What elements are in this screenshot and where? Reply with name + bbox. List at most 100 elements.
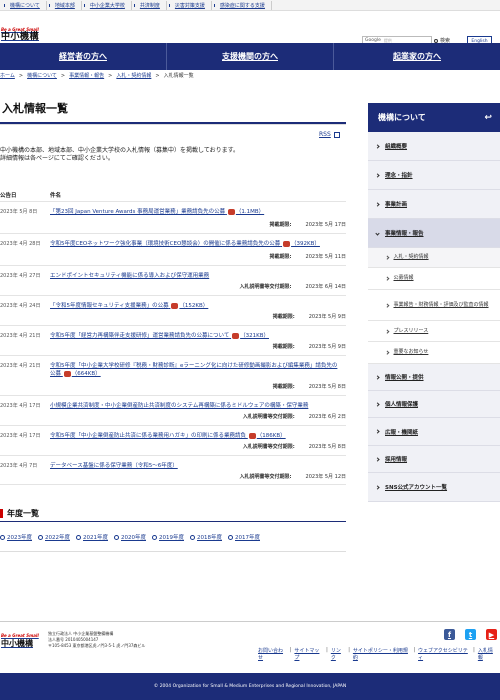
- year-link-2018[interactable]: 2018年度: [190, 533, 222, 541]
- row-title-link[interactable]: 令和5年度「中小企業倒産防止共済に係る業務用ハガキ」の印刷に係る業務請負 （18…: [50, 432, 342, 440]
- sidebar-subitem-press[interactable]: プレスリリース: [368, 321, 500, 342]
- rss-link[interactable]: RSS: [319, 131, 340, 138]
- deadline-value: 2023年 6月 2日: [308, 414, 346, 420]
- year-link-2020[interactable]: 2020年度: [114, 533, 146, 541]
- row-deadline: 掲載期限: 2023年 5月 9日: [273, 343, 346, 350]
- site-logo[interactable]: Be a Great Small 中小機構: [1, 27, 39, 42]
- twitter-icon[interactable]: t: [465, 629, 476, 640]
- table-row: 2023年 4月 28日 令和5年度CEOネットワーク強化事業（環境技術CEO懇…: [0, 233, 346, 265]
- sidebar-item-pr[interactable]: 広報・機関紙: [368, 418, 500, 446]
- topbar-link-infection[interactable]: 感染症に関する支援: [212, 0, 272, 10]
- sidebar-item-overview[interactable]: 組織概要: [368, 132, 500, 161]
- topbar-link-regional[interactable]: 地域本部: [47, 0, 82, 10]
- table-row: 2023年 4月 21日 令和5年度「中小企業大学校研修『税務・財務診断』eラー…: [0, 355, 346, 395]
- sidebar-item-sns[interactable]: SNS公式アカウント一覧: [368, 473, 500, 502]
- footer-link-separator: |: [348, 647, 350, 653]
- row-date: 2023年 4月 7日: [0, 463, 38, 469]
- year-label: 2021年度: [83, 535, 108, 541]
- row-title-link[interactable]: 令和5年度CEOネットワーク強化事業（環境技術CEO懇談会）の開催に係る業務請負…: [50, 240, 342, 248]
- site-header: Be a Great Small 中小機構 Google 提供 検索 Engli…: [0, 11, 500, 46]
- table-row: 2023年 4月 7日 データベース基盤に係る保守業務（令和5〜6年度） 入札説…: [0, 455, 346, 485]
- rss-label: RSS: [319, 131, 331, 138]
- topbar-link-mutual-aid[interactable]: 共済制度: [132, 0, 167, 10]
- row-title-link[interactable]: 令和5年度「中小企業大学校研修『税務・財務診断』eラーニング化に向けた研修動画撮…: [50, 362, 342, 378]
- chevron-right-icon: [375, 172, 380, 178]
- breadcrumb-about[interactable]: 機構について: [27, 72, 57, 79]
- deadline-label: 入札説明書等交付期限:: [239, 474, 292, 480]
- sidebar-item-label: SNS公式アカウント一覧: [385, 485, 448, 491]
- sidebar-item-philosophy[interactable]: 理念・指針: [368, 161, 500, 190]
- year-link-2017[interactable]: 2017年度: [228, 533, 260, 541]
- sidebar-item-recruit[interactable]: 採用情報: [368, 446, 500, 473]
- row-deadline: 掲載期限: 2023年 5月 9日: [273, 313, 346, 320]
- sidebar-item-label: 情報公開・提供: [385, 375, 424, 381]
- page-title-block: 入札情報一覧: [0, 100, 346, 125]
- facebook-icon[interactable]: f: [444, 629, 455, 640]
- sidebar-subitem-notices[interactable]: 重要なお知らせ: [368, 342, 500, 364]
- row-title-link[interactable]: 「第23回 Japan Venture Awards 事務局運営業務」業務請負先…: [50, 208, 342, 216]
- deadline-value: 2023年 6月 14日: [305, 284, 346, 290]
- year-link-2023[interactable]: 2023年度: [0, 533, 32, 541]
- year-link-2022[interactable]: 2022年度: [38, 533, 70, 541]
- deadline-value: 2023年 5月 11日: [305, 254, 346, 260]
- footer-link-accessibility[interactable]: ウェブアクセシビリティ: [418, 647, 470, 661]
- year-link-2021[interactable]: 2021年度: [76, 533, 108, 541]
- sidebar-item-label: 広報・機関紙: [385, 429, 419, 436]
- youtube-icon[interactable]: ▶: [486, 629, 497, 640]
- footer-link-contact[interactable]: お問い合わせ: [258, 647, 287, 661]
- breadcrumb-home[interactable]: ホーム: [0, 72, 15, 79]
- chevron-right-icon: [375, 429, 380, 434]
- footer-link-links[interactable]: リンク: [331, 647, 345, 661]
- deadline-label: 掲載期限:: [269, 254, 292, 260]
- intro-line: 中小機構の本部、地域本部、中小企業大学校の入札情報（募集中）を掲載しております。: [0, 147, 240, 154]
- sidebar-item-business-info[interactable]: 事業情報・報告: [368, 219, 500, 248]
- footer-link-bidding[interactable]: 入札情報: [478, 647, 497, 661]
- sidebar-subitem-public-offering[interactable]: 公募情報: [368, 268, 500, 290]
- sidebar-item-label: 事業計画: [385, 202, 408, 208]
- row-title-link[interactable]: 「令和5年度情報セキュリティ支援業務」の公募 （152KB）: [50, 302, 342, 310]
- pdf-icon: [171, 302, 179, 309]
- sidebar-subitem-reports[interactable]: 事業報告・財務情報・評価及び監査の情報: [368, 290, 500, 321]
- bracket-icon: [48, 3, 52, 7]
- row-title-link[interactable]: 令和5年度「経営力再構築伴走支援研修」運営業務請負先の公募について （321KB…: [50, 332, 342, 340]
- deadline-value: 2023年 5月 8日: [308, 444, 346, 450]
- deadline-label: 掲載期限:: [272, 384, 295, 390]
- row-deadline: 入札説明書等交付期限: 2023年 5月 12日: [240, 473, 346, 480]
- nav-item-entrepreneurs[interactable]: 起業家の方へ: [334, 43, 500, 70]
- deadline-label: 掲載期限:: [272, 344, 295, 350]
- year-label: 2020年度: [121, 535, 146, 541]
- sidebar-item-disclosure[interactable]: 情報公開・提供: [368, 364, 500, 391]
- chevron-right-icon: [375, 143, 380, 149]
- footer-link-sitemap[interactable]: サイトマップ: [294, 647, 323, 661]
- deadline-value: 2023年 5月 9日: [308, 344, 346, 350]
- nav-item-managers[interactable]: 経営者の方へ: [0, 43, 167, 70]
- sidebar-item-label: 個人情報保護: [385, 402, 419, 408]
- chevron-right-icon: [375, 201, 380, 207]
- sidebar-item-plan[interactable]: 事業計画: [368, 190, 500, 219]
- sidebar-header: 機構について ↩: [368, 103, 500, 132]
- topbar-link-about[interactable]: 機構について: [2, 0, 47, 10]
- breadcrumb-business-info[interactable]: 事業情報・報告: [69, 72, 104, 79]
- row-title-link[interactable]: 小規模企業共済制度・中小企業倒産防止共済制度のシステム再構築に係るミドルウェアの…: [50, 402, 342, 410]
- breadcrumb-bidding[interactable]: 入札・契約情報: [116, 72, 151, 79]
- footer-link-separator: |: [289, 647, 292, 653]
- row-deadline: 掲載期限: 2023年 5月 8日: [273, 383, 346, 390]
- topbar-link-disaster[interactable]: 災害対策支援: [167, 0, 212, 10]
- return-arrow-icon[interactable]: ↩: [484, 113, 492, 123]
- row-title-link[interactable]: エンドポイントセキュリティ機能に係る導入および保守運用業務: [50, 272, 342, 280]
- arrow-circle-icon: [190, 534, 195, 540]
- row-title-link[interactable]: データベース基盤に係る保守業務（令和5〜6年度）: [50, 462, 342, 470]
- chevron-right-icon: [385, 276, 390, 281]
- footer-logo[interactable]: Be a Great Small 中小機構: [1, 633, 39, 649]
- footer-link-separator: |: [413, 647, 416, 653]
- row-file-size: （152KB）: [179, 303, 209, 309]
- nav-item-support-orgs[interactable]: 支援機関の方へ: [167, 43, 334, 70]
- sidebar-subitem-bidding[interactable]: 入札・契約情報: [368, 248, 500, 268]
- breadcrumb-current: 入札情報一覧: [163, 73, 194, 79]
- page-title: 入札情報一覧: [2, 102, 68, 115]
- topbar-link-university[interactable]: 中小企業大学校: [82, 0, 132, 10]
- sidebar-item-privacy[interactable]: 個人情報保護: [368, 391, 500, 418]
- footer-link-policy[interactable]: サイトポリシー・利用規約: [353, 647, 410, 661]
- year-link-2019[interactable]: 2019年度: [152, 533, 184, 541]
- table-row: 2023年 4月 21日 令和5年度「経営力再構築伴走支援研修」運営業務請負先の…: [0, 325, 346, 355]
